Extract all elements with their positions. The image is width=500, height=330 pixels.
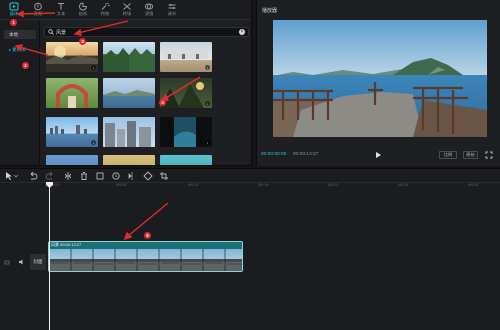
annotation-marker: 3 — [79, 38, 86, 45]
editor-window: 媒体 音频 文本 贴纸 特效 转场 滤镜 调节 本地 ▸ 风景 × ↓ ↓ ↓ … — [0, 0, 500, 330]
annotation-marker: 4 — [159, 99, 166, 106]
annotation-marker: 5 — [144, 232, 151, 239]
annotation-marker: 1 — [10, 19, 17, 26]
annotation-marker: 2 — [22, 62, 29, 69]
annotation-overlay — [14, 10, 201, 241]
